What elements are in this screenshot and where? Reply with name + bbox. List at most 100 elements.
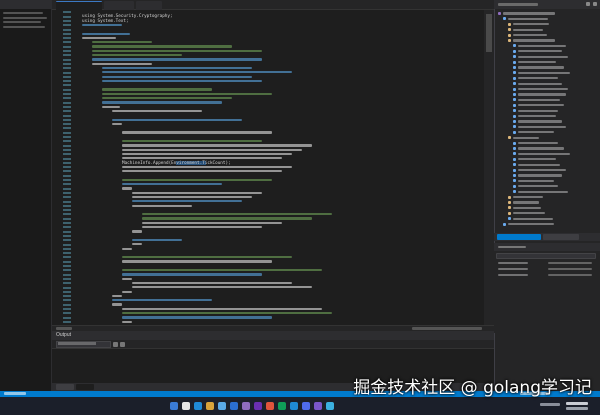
tree-item-label[interactable]	[513, 217, 553, 220]
taskbar-app-icon[interactable]	[278, 402, 286, 410]
taskbar-app-icon[interactable]	[254, 402, 262, 410]
tree-item-label[interactable]	[513, 136, 539, 139]
property-value[interactable]	[548, 274, 592, 277]
tree-item-icon	[508, 39, 511, 42]
tree-item-label[interactable]	[518, 125, 566, 129]
tree-item-label[interactable]	[518, 147, 564, 150]
cursor-position-indicator	[412, 327, 482, 330]
tree-item-label[interactable]	[518, 174, 562, 177]
tree-item-label[interactable]	[518, 55, 568, 58]
taskbar-app-icon[interactable]	[230, 402, 238, 410]
tree-item-label[interactable]	[503, 12, 555, 15]
tab-solution-explorer[interactable]	[497, 234, 541, 240]
taskbar-app-icon[interactable]	[302, 402, 310, 410]
tree-item-label[interactable]	[518, 185, 558, 188]
properties-titlebar	[494, 243, 600, 251]
editor-tab[interactable]	[136, 1, 162, 10]
tray-icons[interactable]	[540, 403, 560, 406]
tree-item-icon	[508, 136, 511, 140]
word-wrap-icon[interactable]	[120, 342, 125, 347]
tree-item-label[interactable]	[518, 44, 566, 48]
tree-item-label[interactable]	[518, 87, 568, 91]
code-line-text	[92, 54, 182, 57]
editor-vertical-scrollbar[interactable]	[484, 10, 494, 330]
tab-error-list[interactable]	[56, 384, 74, 390]
tree-item-label[interactable]	[518, 158, 556, 161]
line-number	[63, 140, 71, 143]
taskbar-app-icon[interactable]	[194, 402, 202, 410]
tree-item-label[interactable]	[518, 163, 560, 166]
tree-item-label[interactable]	[518, 82, 562, 85]
tree-item-label[interactable]	[518, 179, 554, 183]
tree-item-label[interactable]	[518, 93, 566, 96]
code-area[interactable]: using System.Security.Cryptography; using…	[76, 10, 484, 330]
line-number	[63, 161, 71, 164]
taskbar-app-icon[interactable]	[290, 402, 298, 410]
properties-object-selector[interactable]	[496, 253, 596, 259]
clock-date[interactable]	[566, 407, 588, 410]
tree-item-label[interactable]	[518, 50, 562, 53]
property-value[interactable]	[548, 262, 592, 265]
taskbar-app-icon[interactable]	[326, 402, 334, 410]
tree-item-label[interactable]	[518, 109, 558, 112]
tree-item-label[interactable]	[518, 190, 568, 193]
taskbar-app-icon[interactable]	[266, 402, 274, 410]
tab-output[interactable]	[76, 384, 94, 390]
tree-item-icon	[513, 103, 516, 107]
clear-output-icon[interactable]	[113, 342, 118, 347]
tree-item-label[interactable]	[513, 206, 541, 210]
tree-item-label[interactable]	[513, 212, 545, 215]
tree-item-label[interactable]	[518, 131, 554, 134]
tree-item-label[interactable]	[518, 77, 558, 80]
tree-item-label[interactable]	[508, 222, 554, 226]
tree-item-label[interactable]	[513, 201, 539, 204]
line-number	[63, 32, 71, 35]
tree-item-label[interactable]	[518, 60, 556, 64]
status-ready	[4, 392, 26, 395]
taskbar-app-icon[interactable]	[182, 402, 190, 410]
tree-item-label[interactable]	[508, 17, 548, 21]
tree-item-label[interactable]	[513, 23, 549, 26]
tree-item-label[interactable]	[513, 33, 547, 37]
editor-scrollbar-thumb[interactable]	[486, 14, 492, 52]
code-line-text	[122, 277, 132, 280]
clock-time[interactable]	[566, 402, 588, 405]
pin-icon[interactable]	[586, 2, 590, 6]
code-line-text	[82, 36, 116, 40]
tree-item-label[interactable]	[518, 168, 566, 172]
solution-explorer-toolbar[interactable]	[498, 3, 538, 6]
tree-item-label[interactable]	[518, 104, 564, 107]
tree-item-label[interactable]	[518, 152, 570, 156]
line-number	[63, 123, 71, 126]
tree-item-icon	[508, 22, 511, 26]
tree-item-label[interactable]	[513, 195, 543, 199]
tree-item-label[interactable]	[518, 141, 558, 145]
code-line-text	[122, 312, 332, 315]
editor-tab-active[interactable]	[56, 1, 102, 10]
taskbar-app-icon[interactable]	[206, 402, 214, 410]
code-line-text	[122, 144, 312, 147]
tree-item-label[interactable]	[518, 98, 560, 102]
code-line-text	[102, 97, 232, 100]
tree-item-label[interactable]	[518, 114, 556, 118]
tree-item-label[interactable]	[518, 66, 564, 69]
taskbar-app-icon[interactable]	[218, 402, 226, 410]
code-line-text	[142, 221, 282, 224]
taskbar-app-icon[interactable]	[170, 402, 178, 410]
tab-git-changes[interactable]	[543, 234, 579, 240]
property-value[interactable]	[548, 268, 592, 271]
zoom-indicator[interactable]	[56, 327, 72, 330]
line-number	[63, 67, 71, 70]
code-line-text	[132, 281, 292, 285]
tree-item-label[interactable]	[518, 120, 562, 123]
taskbar-app-icon[interactable]	[242, 402, 250, 410]
tree-item-label[interactable]	[513, 39, 555, 42]
tree-item-icon	[508, 28, 511, 32]
code-line-text	[112, 109, 202, 113]
editor-tab[interactable]	[104, 1, 134, 10]
taskbar-app-icon[interactable]	[314, 402, 322, 410]
tree-item-label[interactable]	[513, 28, 543, 31]
close-icon[interactable]	[593, 2, 597, 6]
tree-item-label[interactable]	[518, 71, 570, 75]
line-number	[63, 316, 71, 319]
